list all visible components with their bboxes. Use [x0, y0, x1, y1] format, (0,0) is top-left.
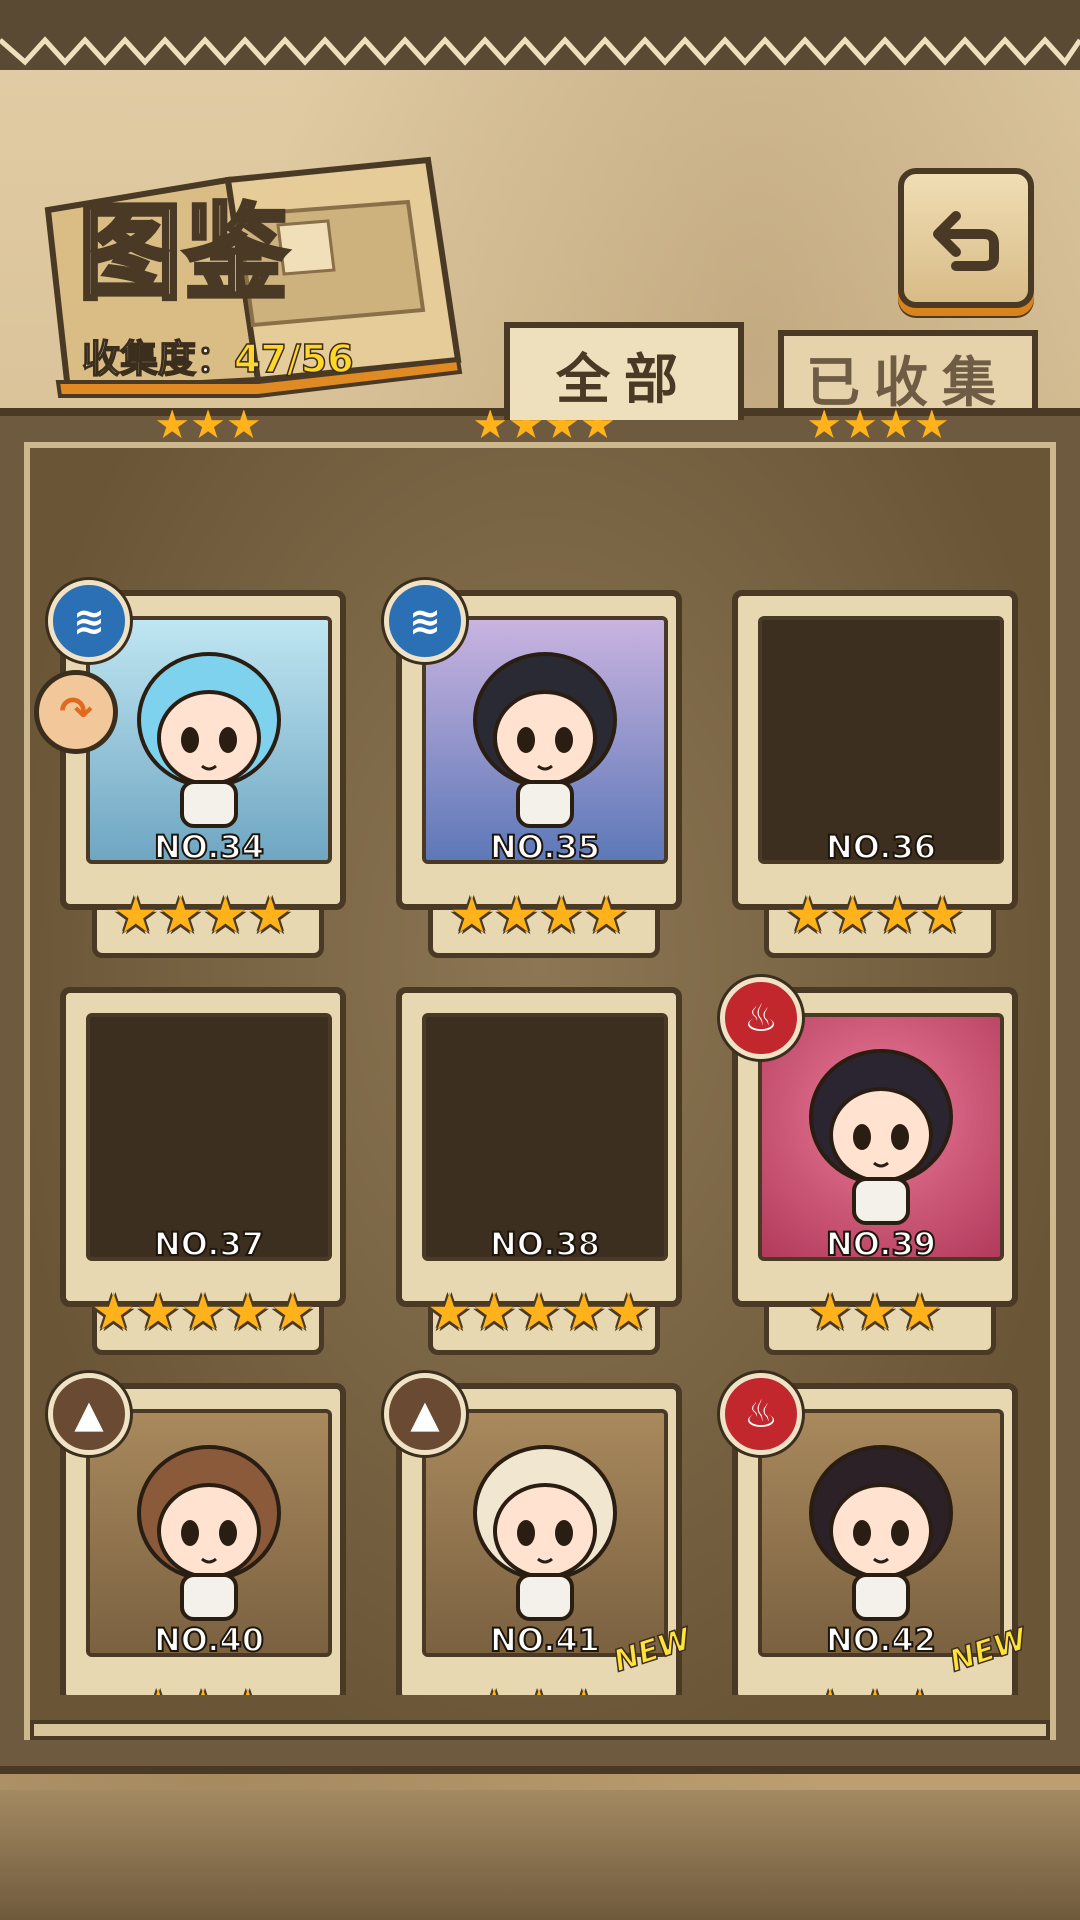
- star-rating: ★★★: [388, 1683, 690, 1695]
- character-face-icon: [473, 1445, 617, 1622]
- character-portrait: [758, 1409, 1004, 1657]
- panel-bottom-edge: [30, 1720, 1050, 1740]
- card-number: NO.38: [489, 1224, 601, 1264]
- flame-icon: ♨: [720, 977, 802, 1059]
- star-rating: ★★★: [724, 1683, 1026, 1695]
- character-card[interactable]: NO.34 ★★★★ ≋ ↷: [34, 580, 354, 960]
- character-face-icon: [809, 1049, 953, 1226]
- character-card[interactable]: NO.42★★★♨NEW: [720, 1373, 1032, 1695]
- locked-silhouette: [422, 1013, 668, 1261]
- character-face-icon: [137, 652, 281, 829]
- character-card[interactable]: NO.41★★★▲NEW: [384, 1373, 696, 1695]
- character-card[interactable]: NO.35 ★★★★ ≋: [384, 580, 690, 960]
- mountain-icon: ▲: [48, 1373, 130, 1455]
- locked-silhouette: [86, 1013, 332, 1261]
- star-rating: ★★★★: [785, 886, 965, 944]
- bottom-decoration: [0, 1790, 1080, 1920]
- card-number: NO.40: [153, 1620, 265, 1660]
- star-rating: ★★★★★: [90, 1283, 316, 1341]
- back-button[interactable]: [898, 168, 1034, 308]
- card-number: NO.39: [825, 1224, 937, 1264]
- character-card[interactable]: NO.40 ★★★ ▲: [48, 1373, 354, 1695]
- tab-all[interactable]: 全部: [504, 322, 744, 420]
- character-card[interactable]: NO.37 ★★★★★: [52, 987, 354, 1357]
- card-number: NO.34: [153, 827, 265, 867]
- tab-collected[interactable]: 已收集: [778, 330, 1038, 418]
- partial-stars-row: ★★★: [154, 410, 262, 440]
- character-face-icon: [809, 1445, 953, 1622]
- character-portrait: [422, 1409, 668, 1657]
- character-card[interactable]: NO.38 ★★★★★: [388, 987, 690, 1357]
- partial-stars-row: ★★★★: [806, 410, 950, 440]
- page-title: 图鉴: [76, 189, 291, 316]
- card-grid[interactable]: NO.34 ★★★★ ≋ ↷ NO.35 ★★★★ ≋ NO.36 ★★★★ NO.37 ★★★★★…: [30, 515, 1050, 1695]
- character-card[interactable]: NO.39 ★★★ ♨: [720, 977, 1026, 1357]
- card-number: NO.36: [825, 827, 937, 867]
- card-number: NO.35: [489, 827, 601, 867]
- star-rating: ★★★★★: [426, 1283, 652, 1341]
- card-number: NO.37: [153, 1224, 265, 1264]
- tab-collected-label: 已收集: [806, 350, 1010, 414]
- collection-label: 收集度：: [81, 336, 235, 382]
- character-portrait: [86, 616, 332, 864]
- star-rating: ★★★★: [113, 886, 293, 944]
- character-portrait: [758, 1013, 1004, 1261]
- tab-all-label: 全部: [556, 347, 692, 411]
- card-frame: NO.37: [60, 987, 346, 1307]
- locked-silhouette: [758, 616, 1004, 864]
- collection-value: 47/56: [233, 336, 354, 382]
- card-frame: NO.38: [396, 987, 682, 1307]
- water-wave-icon: ≋: [384, 580, 466, 662]
- skill-arrow-badge-icon: ↷: [34, 670, 118, 754]
- mountain-icon: ▲: [384, 1373, 466, 1455]
- character-face-icon: [137, 1445, 281, 1622]
- character-portrait: [422, 616, 668, 864]
- flame-icon: ♨: [720, 1373, 802, 1455]
- card-frame: NO.36: [732, 590, 1018, 910]
- character-face-icon: [473, 652, 617, 829]
- character-card[interactable]: NO.36 ★★★★: [724, 590, 1026, 960]
- top-zigzag-border: [0, 0, 1080, 70]
- collection-progress: 收集度：47/56: [81, 328, 354, 383]
- water-wave-icon: ≋: [48, 580, 130, 662]
- star-rating: ★★★★: [449, 886, 629, 944]
- star-rating: ★★★: [807, 1283, 943, 1341]
- return-arrow-icon: [933, 211, 999, 271]
- star-rating: ★★★: [52, 1683, 354, 1695]
- character-portrait: [86, 1409, 332, 1657]
